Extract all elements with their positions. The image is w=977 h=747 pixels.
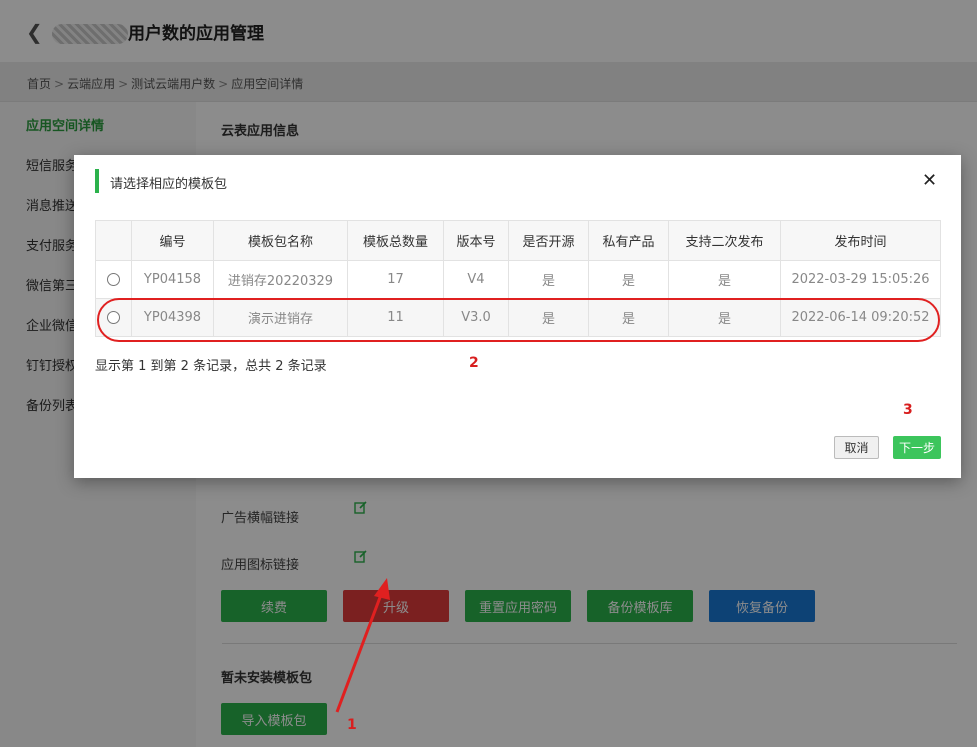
- column-header: 模板包名称: [213, 220, 348, 261]
- next-step-button[interactable]: 下一步: [893, 436, 941, 459]
- column-header: 模板总数量: [347, 220, 444, 261]
- column-header: 版本号: [443, 220, 509, 261]
- annotation-number-2: 2: [469, 355, 479, 371]
- table-cell: 17: [347, 260, 444, 299]
- table-cell: 是: [508, 260, 589, 299]
- row-select-cell[interactable]: [95, 260, 132, 299]
- column-header: 编号: [131, 220, 214, 261]
- column-header: 支持二次发布: [668, 220, 781, 261]
- cancel-button[interactable]: 取消: [834, 436, 879, 459]
- radio-button[interactable]: [107, 273, 120, 286]
- pagination-info: 显示第 1 到第 2 条记录，总共 2 条记录: [95, 359, 327, 374]
- table-cell: YP04158: [131, 260, 214, 299]
- table-header-row: 编号 模板包名称 模板总数量 版本号 是否开源 私有产品 支持二次发布 发布时间: [95, 220, 941, 261]
- close-icon[interactable]: ✕: [922, 172, 937, 190]
- modal-title: 请选择相应的模板包: [110, 177, 228, 192]
- column-header: 私有产品: [588, 220, 669, 261]
- column-header: 是否开源: [508, 220, 589, 261]
- table-row[interactable]: YP04158 进销存20220329 17 V4 是 是 是 2022-03-…: [95, 260, 941, 299]
- annotation-highlight-ellipse: [97, 298, 940, 342]
- title-accent-bar: [95, 169, 99, 193]
- annotation-number-3: 3: [903, 402, 913, 418]
- annotation-number-1: 1: [347, 717, 357, 733]
- table-cell: V4: [443, 260, 509, 299]
- column-header-select: [95, 220, 132, 261]
- column-header: 发布时间: [780, 220, 941, 261]
- table-cell: 进销存20220329: [213, 260, 348, 299]
- table-cell: 2022-03-29 15:05:26: [780, 260, 941, 299]
- table-cell: 是: [668, 260, 781, 299]
- table-cell: 是: [588, 260, 669, 299]
